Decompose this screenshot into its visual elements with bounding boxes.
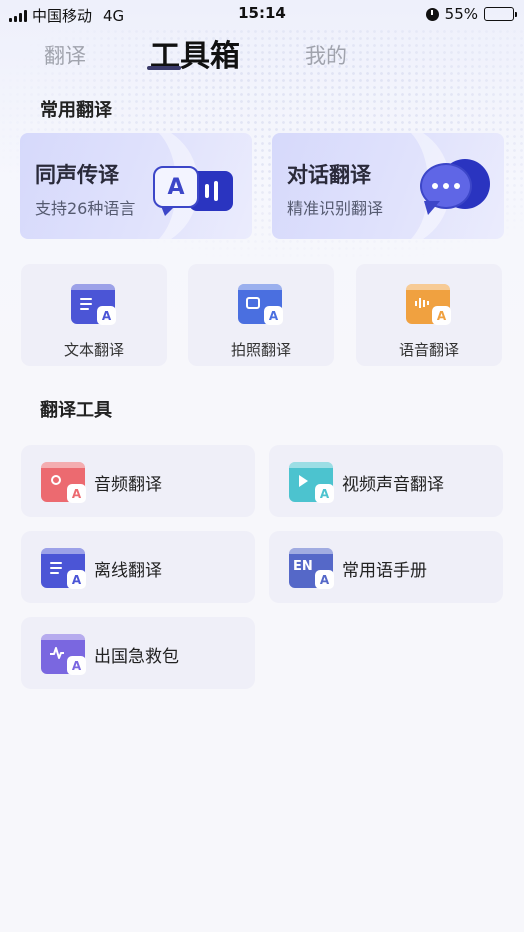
phrasebook-tile[interactable]: EN A 常用语手册: [269, 531, 503, 603]
offline-translate-tile[interactable]: A 离线翻译: [21, 531, 255, 603]
icon-badge: A: [264, 306, 283, 325]
video-translate-icon: A: [289, 462, 334, 503]
card-label: 拍照翻译: [230, 341, 291, 359]
icon-badge: A: [97, 306, 116, 325]
alarm-icon: [425, 7, 439, 21]
photo-translate-card[interactable]: A 拍照翻译: [188, 264, 334, 366]
voice-translate-card[interactable]: A 语音翻译: [356, 264, 502, 366]
simultaneous-interpretation-card[interactable]: 同声传译 支持26种语言 A: [20, 133, 252, 239]
dialogue-translate-card[interactable]: 对话翻译 精准识别翻译: [272, 133, 504, 239]
chat-bubble-tail: [424, 201, 440, 215]
photo-translate-icon: A: [238, 284, 283, 325]
offline-translate-icon: A: [41, 548, 86, 589]
audio-translate-icon: A: [41, 462, 86, 503]
tile-label: 视频声音翻译: [342, 475, 444, 495]
section-title-tools: 翻译工具: [40, 400, 112, 421]
card-label: 语音翻译: [398, 341, 459, 359]
emergency-kit-tile[interactable]: A 出国急救包: [21, 617, 255, 689]
emergency-kit-icon: A: [41, 634, 86, 675]
simultaneous-interpretation-icon: A: [153, 166, 199, 216]
status-right: 55%: [425, 5, 517, 23]
card-title: 同声传译: [35, 163, 119, 187]
icon-badge: A: [315, 570, 334, 589]
tab-translate[interactable]: 翻译: [44, 40, 86, 70]
tab-mine[interactable]: 我的: [305, 40, 347, 70]
card-subtitle: 支持26种语言: [35, 199, 136, 218]
battery-icon: [484, 7, 517, 21]
pulse-icon: [50, 647, 64, 659]
active-tab-indicator: [147, 66, 181, 70]
battery-percent: 55%: [444, 5, 478, 23]
status-bar: 中国移动 4G 15:14 55%: [0, 0, 524, 28]
text-translate-icon: A: [71, 284, 116, 325]
icon-badge: A: [67, 484, 86, 503]
icon-letter: A: [167, 174, 185, 200]
top-tabs: 翻译 工具箱 我的: [0, 34, 524, 74]
card-subtitle: 精准识别翻译: [287, 199, 384, 218]
tile-label: 离线翻译: [94, 561, 162, 581]
tile-label: 音频翻译: [94, 475, 162, 495]
icon-badge: A: [432, 306, 451, 325]
icon-badge: A: [67, 570, 86, 589]
icon-mark: EN: [293, 559, 313, 574]
icon-badge: A: [67, 656, 86, 675]
card-label: 文本翻译: [63, 341, 124, 359]
section-title-common: 常用翻译: [40, 100, 112, 121]
phrasebook-icon: EN A: [289, 548, 334, 589]
tile-label: 常用语手册: [342, 561, 427, 581]
audio-translate-tile[interactable]: A 音频翻译: [21, 445, 255, 517]
voice-translate-icon: A: [406, 284, 451, 325]
text-translate-card[interactable]: A 文本翻译: [21, 264, 167, 366]
card-title: 对话翻译: [287, 163, 371, 187]
video-translate-tile[interactable]: A 视频声音翻译: [269, 445, 503, 517]
tile-label: 出国急救包: [94, 647, 179, 667]
icon-badge: A: [315, 484, 334, 503]
